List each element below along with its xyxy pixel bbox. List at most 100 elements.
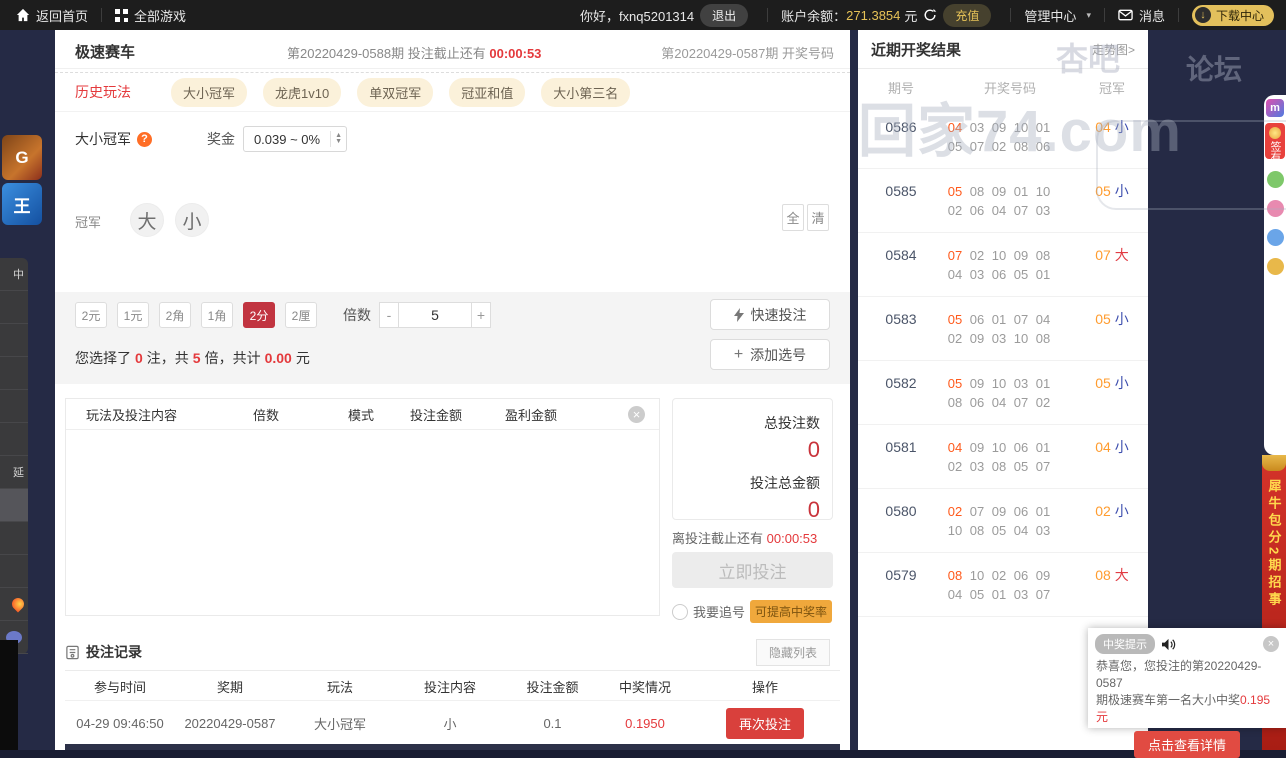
result-number: 10 <box>988 246 1010 265</box>
denom-1yuan[interactable]: 1元 <box>117 302 149 328</box>
result-size: 大 <box>1115 247 1129 263</box>
bet-now-button[interactable]: 立即投注 <box>672 552 833 588</box>
tab-longhu-1v10[interactable]: 龙虎1v10 <box>263 78 341 107</box>
top-navbar: 返回首页 全部游戏 你好，fxnq5201314 退出 账户余额： 271.38… <box>0 0 1286 30</box>
recharge-button[interactable]: 充值 <box>943 4 991 27</box>
record-amount: 0.1 <box>505 716 600 731</box>
grid-icon <box>115 9 128 22</box>
result-number: 06 <box>1032 137 1054 156</box>
chase-label[interactable]: 我要追号 <box>693 602 745 621</box>
nav-home[interactable]: 返回首页 <box>16 6 88 25</box>
widget-icon[interactable] <box>1267 171 1284 188</box>
app-icon[interactable]: m <box>1266 99 1284 117</box>
left-menu-item[interactable] <box>0 390 28 423</box>
widget-icon[interactable] <box>1267 229 1284 246</box>
tab-daxiao-third[interactable]: 大小第三名 <box>541 78 630 107</box>
multiplier-minus-button[interactable]: - <box>379 302 399 328</box>
banner-text: 犀牛包分2期招事 <box>1265 479 1284 609</box>
result-number: 10 <box>988 438 1010 457</box>
left-menu-item[interactable] <box>0 588 28 621</box>
result-number: 05 <box>1010 457 1032 476</box>
clear-slip-icon[interactable]: × <box>628 406 645 423</box>
quick-bet-button[interactable]: 快速投注 <box>710 299 830 330</box>
result-numbers: 0508090110 0206040703 <box>944 169 1076 232</box>
hide-list-button[interactable]: 隐藏列表 <box>756 639 830 666</box>
messages-label: 消息 <box>1139 6 1165 25</box>
bet-again-button[interactable]: 再次投注 <box>726 708 804 739</box>
result-number: 06 <box>1010 438 1032 457</box>
result-number: 10 <box>1010 329 1032 348</box>
prize-select[interactable]: 0.039 ~ 0% ▲▼ <box>243 126 347 152</box>
tab-danshuang-champion[interactable]: 单双冠军 <box>357 78 433 107</box>
summary-text: 注，共 <box>147 350 189 366</box>
admin-center-menu[interactable]: 管理中心 ▾ <box>1024 6 1091 25</box>
widget-icon[interactable] <box>1267 258 1284 275</box>
slip-col-profit: 盈利金额 <box>476 405 586 424</box>
denom-2fen-selected[interactable]: 2分 <box>243 302 275 328</box>
denom-2jiao[interactable]: 2角 <box>159 302 191 328</box>
lightning-icon <box>734 308 744 322</box>
left-menu-item[interactable] <box>0 423 28 456</box>
denom-2yuan[interactable]: 2元 <box>75 302 107 328</box>
result-number: 09 <box>966 329 988 348</box>
nav-all-games[interactable]: 全部游戏 <box>115 6 186 25</box>
result-size: 小 <box>1115 503 1129 519</box>
result-number: 07 <box>966 137 988 156</box>
help-icon[interactable]: ? <box>137 132 152 147</box>
game-thumbnail[interactable]: G <box>2 135 42 180</box>
left-menu-item[interactable] <box>0 522 28 555</box>
chase-radio[interactable] <box>672 604 688 620</box>
result-number: 06 <box>1010 502 1032 521</box>
game-thumbnail-label: 王 <box>14 192 31 217</box>
tab-history-plays[interactable]: 历史玩法 <box>75 82 131 102</box>
result-number: 01 <box>1010 182 1032 201</box>
left-menu-item-active[interactable] <box>0 489 28 522</box>
summary-text: 元 <box>296 350 310 366</box>
view-details-button[interactable]: 点击查看详情 <box>1134 731 1240 758</box>
denom-2li[interactable]: 2厘 <box>285 302 317 328</box>
rec-col-content: 投注内容 <box>395 677 505 696</box>
option-small[interactable]: 小 <box>175 203 209 237</box>
left-menu-item[interactable]: 中 <box>0 258 28 291</box>
result-number: 08 <box>1010 137 1032 156</box>
game-thumbnail[interactable]: 王 <box>2 183 42 225</box>
download-center-button[interactable]: ↓ 下载中心 <box>1192 5 1274 26</box>
result-number: 07 <box>1010 201 1032 220</box>
close-icon[interactable]: × <box>1263 636 1279 652</box>
select-all-button[interactable]: 全 <box>782 204 804 231</box>
result-number: 04 <box>988 201 1010 220</box>
left-menu-item[interactable] <box>0 324 28 357</box>
result-issue: 0579 <box>858 553 944 616</box>
refresh-icon[interactable] <box>923 8 937 22</box>
denom-1jiao[interactable]: 1角 <box>201 302 233 328</box>
result-number: 09 <box>988 502 1010 521</box>
rec-col-time: 参与时间 <box>65 677 175 696</box>
multiplier-value[interactable]: 5 <box>399 302 471 328</box>
trend-chart-link[interactable]: 走势图> <box>1092 41 1135 58</box>
multiplier-plus-button[interactable]: + <box>471 302 491 328</box>
signin-widget[interactable]: 签有 <box>1265 123 1285 159</box>
left-menu-item[interactable] <box>0 291 28 324</box>
current-issue-info: 第20220429-0588期 投注截止还有 00:00:53 <box>287 43 541 62</box>
balance-label: 账户余额： <box>781 6 846 25</box>
messages-button[interactable]: 消息 <box>1118 6 1165 25</box>
logout-button[interactable]: 退出 <box>700 4 748 27</box>
tab-guanya-sum[interactable]: 冠亚和值 <box>449 78 525 107</box>
left-menu-item[interactable] <box>0 555 28 588</box>
bet-deadline-label: 离投注截止还有 <box>672 531 763 546</box>
add-selection-button[interactable]: + 添加选号 <box>710 339 830 370</box>
left-menu-item[interactable]: 延 <box>0 456 28 489</box>
speaker-icon[interactable] <box>1161 638 1176 651</box>
tab-daxiao-champion[interactable]: 大小冠军 <box>171 78 247 107</box>
summary-text: 您选择了 <box>75 350 131 366</box>
result-numbers: 0409100601 0203080507 <box>944 425 1076 488</box>
summary-text: 倍，共计 <box>205 350 261 366</box>
widget-icon[interactable] <box>1267 200 1284 217</box>
option-big[interactable]: 大 <box>130 203 164 237</box>
result-numbers: 0506010704 0209031008 <box>944 297 1076 360</box>
result-row: 0585 0508090110 0206040703 05小 <box>858 169 1148 233</box>
clear-button[interactable]: 清 <box>807 204 829 231</box>
left-menu-item[interactable] <box>0 357 28 390</box>
result-champion-number: 04 <box>1095 439 1111 455</box>
plus-icon: + <box>734 346 743 364</box>
